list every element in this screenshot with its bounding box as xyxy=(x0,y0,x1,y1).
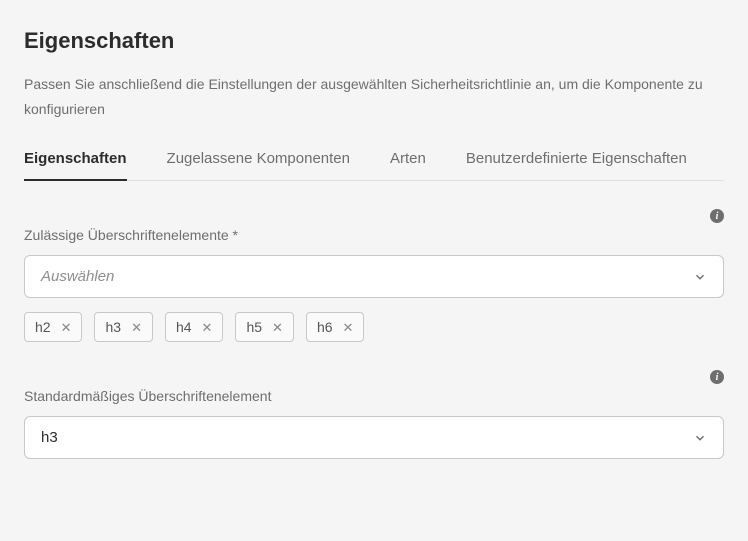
tab-eigenschaften[interactable]: Eigenschaften xyxy=(24,150,127,181)
default-heading-select[interactable]: h3 xyxy=(24,416,724,459)
info-icon[interactable]: i xyxy=(710,370,724,384)
chip-h2: h2 ✕ xyxy=(24,312,82,342)
close-icon[interactable]: ✕ xyxy=(202,321,213,334)
chip-h3: h3 ✕ xyxy=(94,312,152,342)
chip-h4: h4 ✕ xyxy=(165,312,223,342)
chip-label: h2 xyxy=(35,319,51,335)
chip-h5: h5 ✕ xyxy=(235,312,293,342)
close-icon[interactable]: ✕ xyxy=(61,321,72,334)
close-icon[interactable]: ✕ xyxy=(343,321,354,334)
allowed-headings-placeholder: Auswählen xyxy=(41,268,114,285)
chevron-down-icon xyxy=(693,270,707,284)
page-description: Passen Sie anschließend die Einstellunge… xyxy=(24,72,724,122)
default-heading-value: h3 xyxy=(41,429,58,446)
allowed-headings-select[interactable]: Auswählen xyxy=(24,255,724,298)
tab-arten[interactable]: Arten xyxy=(390,150,426,180)
chip-label: h4 xyxy=(176,319,192,335)
page-title: Eigenschaften xyxy=(24,28,724,54)
tab-benutzerdefinierte-eigenschaften[interactable]: Benutzerdefinierte Eigenschaften xyxy=(466,150,687,180)
close-icon[interactable]: ✕ xyxy=(272,321,283,334)
default-heading-label: Standardmäßiges Überschriftenelement xyxy=(24,388,724,404)
field-allowed-headings: i Zulässige Überschriftenelemente * Ausw… xyxy=(24,209,724,342)
chip-label: h3 xyxy=(105,319,121,335)
tabs: Eigenschaften Zugelassene Komponenten Ar… xyxy=(24,150,724,181)
tab-zugelassene-komponenten[interactable]: Zugelassene Komponenten xyxy=(167,150,350,180)
chevron-down-icon xyxy=(693,431,707,445)
chip-h6: h6 ✕ xyxy=(306,312,364,342)
info-icon[interactable]: i xyxy=(710,209,724,223)
close-icon[interactable]: ✕ xyxy=(131,321,142,334)
allowed-headings-chips: h2 ✕ h3 ✕ h4 ✕ h5 ✕ h6 ✕ xyxy=(24,312,724,342)
chip-label: h5 xyxy=(246,319,262,335)
allowed-headings-label: Zulässige Überschriftenelemente * xyxy=(24,227,724,243)
field-default-heading: i Standardmäßiges Überschriftenelement h… xyxy=(24,370,724,459)
chip-label: h6 xyxy=(317,319,333,335)
